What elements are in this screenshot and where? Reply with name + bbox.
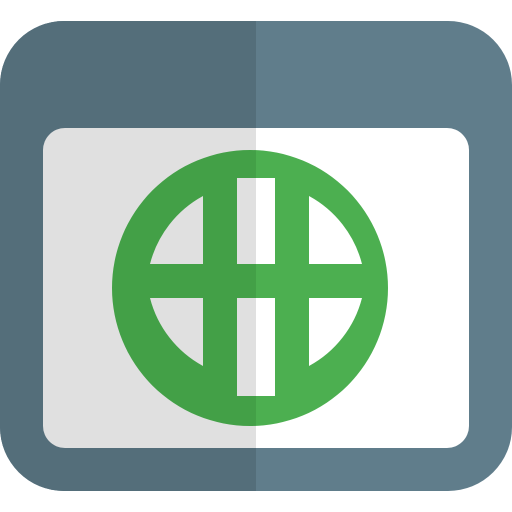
browser-globe-icon [0,0,512,512]
browser-globe-svg [0,21,512,491]
